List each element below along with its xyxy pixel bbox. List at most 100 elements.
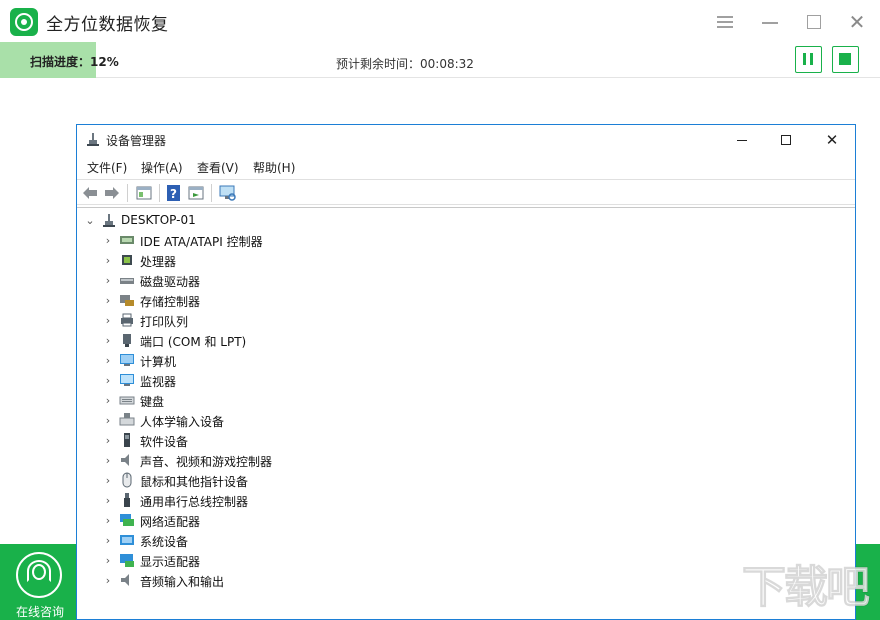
tree-item[interactable]: › 磁盘驱动器 bbox=[77, 270, 837, 290]
tree-item[interactable]: › 监视器 bbox=[77, 370, 837, 390]
chevron-right-icon[interactable]: › bbox=[103, 374, 113, 387]
chevron-right-icon[interactable]: › bbox=[103, 314, 113, 327]
scan-progress-label: 扫描进度：12% bbox=[30, 55, 119, 69]
recovery-logo-icon bbox=[10, 8, 38, 36]
tree-item-label: 人体学输入设备 bbox=[140, 415, 225, 429]
menu-view[interactable]: 查看(V) bbox=[197, 159, 239, 176]
tree-item-label: 存储控制器 bbox=[140, 295, 201, 309]
chevron-right-icon[interactable]: › bbox=[103, 274, 113, 287]
processor-icon bbox=[122, 255, 132, 265]
chevron-right-icon[interactable]: › bbox=[103, 294, 113, 307]
display-adapter-icon bbox=[120, 554, 134, 567]
tree-item[interactable]: › 显示适配器 bbox=[77, 550, 837, 570]
maximize-icon[interactable] bbox=[804, 12, 824, 32]
scan-progress-bar: 扫描进度：12% 预计剩余时间：00:08:32 bbox=[0, 42, 880, 78]
forward-icon[interactable] bbox=[103, 184, 121, 202]
mouse-icon bbox=[122, 472, 132, 488]
tree-item[interactable]: › 鼠标和其他指针设备 bbox=[77, 470, 837, 490]
tree-root[interactable]: ⌄ DESKTOP-01 bbox=[77, 210, 837, 230]
tree-item-label: 计算机 bbox=[140, 355, 177, 369]
chevron-right-icon[interactable]: › bbox=[103, 574, 113, 587]
chevron-right-icon[interactable]: › bbox=[103, 514, 113, 527]
tree-root-label: DESKTOP-01 bbox=[121, 213, 196, 227]
tree-item[interactable]: › 计算机 bbox=[77, 350, 837, 370]
pause-icon bbox=[803, 53, 806, 65]
chevron-right-icon[interactable]: › bbox=[103, 414, 113, 427]
device-manager-icon bbox=[87, 133, 99, 146]
tree-item-label: 磁盘驱动器 bbox=[140, 275, 201, 289]
tree-item-label: IDE ATA/ATAPI 控制器 bbox=[140, 235, 263, 249]
tree-item[interactable]: › 处理器 bbox=[77, 250, 837, 270]
close-icon[interactable]: ✕ bbox=[847, 12, 867, 32]
tree-item[interactable]: › 系统设备 bbox=[77, 530, 837, 550]
tree-item[interactable]: › 网络适配器 bbox=[77, 510, 837, 530]
port-icon bbox=[123, 334, 131, 347]
tree-item-label: 监视器 bbox=[140, 375, 177, 389]
menu-file[interactable]: 文件(F) bbox=[87, 159, 127, 176]
help-icon[interactable]: ? bbox=[165, 184, 183, 202]
chevron-right-icon[interactable]: › bbox=[103, 234, 113, 247]
device-tree: ⌄ DESKTOP-01 › IDE ATA/ATAPI 控制器 › 处理器 › 磁盘驱动… bbox=[77, 207, 855, 619]
audio-io-icon bbox=[121, 574, 129, 586]
tree-item[interactable]: › 人体学输入设备 bbox=[77, 410, 837, 430]
device-manager-title: 设备管理器 bbox=[106, 134, 167, 148]
tree-item[interactable]: › IDE ATA/ATAPI 控制器 bbox=[77, 230, 837, 250]
svg-text:下载吧: 下载吧 bbox=[742, 562, 870, 613]
tree-item-label: 键盘 bbox=[140, 395, 165, 409]
dm-close-icon[interactable]: ✕ bbox=[821, 129, 843, 151]
tree-item-label: 鼠标和其他指针设备 bbox=[140, 475, 249, 489]
watermark-logo: 下载吧 bbox=[742, 562, 873, 614]
properties-icon[interactable] bbox=[135, 184, 153, 202]
tree-item-label: 显示适配器 bbox=[140, 555, 201, 569]
tree-item[interactable]: › 软件设备 bbox=[77, 430, 837, 450]
tree-item-label: 音频输入和输出 bbox=[140, 575, 225, 589]
chevron-right-icon[interactable]: › bbox=[103, 254, 113, 267]
chevron-right-icon[interactable]: › bbox=[103, 334, 113, 347]
device-manager-titlebar: 设备管理器 ✕ bbox=[77, 125, 855, 155]
disk-drive-icon bbox=[120, 278, 134, 284]
storage-controller-icon bbox=[120, 295, 134, 306]
menu-help[interactable]: 帮助(H) bbox=[253, 159, 295, 176]
pause-button[interactable] bbox=[795, 46, 822, 73]
dm-minimize-icon[interactable] bbox=[731, 129, 753, 151]
tree-item-label: 端口 (COM 和 LPT) bbox=[140, 335, 247, 349]
tree-item[interactable]: › 声音、视频和游戏控制器 bbox=[77, 450, 837, 470]
software-device-icon bbox=[124, 433, 130, 447]
menu-action[interactable]: 操作(A) bbox=[141, 159, 183, 176]
sound-icon bbox=[121, 454, 129, 466]
app-window: 全方位数据恢复 ✕ 扫描进度：12% 预计剩余时间：00:08:32 在线咨询 bbox=[0, 0, 880, 620]
minimize-icon[interactable] bbox=[760, 12, 780, 32]
chevron-right-icon[interactable]: › bbox=[103, 354, 113, 367]
stop-button[interactable] bbox=[832, 46, 859, 73]
tree-item-label: 通用串行总线控制器 bbox=[140, 495, 249, 509]
usb-icon bbox=[124, 493, 130, 507]
keyboard-icon bbox=[119, 396, 135, 405]
tree-item[interactable]: › 端口 (COM 和 LPT) bbox=[77, 330, 837, 350]
title-bar: 全方位数据恢复 ✕ bbox=[0, 0, 880, 42]
tree-item[interactable]: › 打印队列 bbox=[77, 310, 837, 330]
tree-item[interactable]: › 键盘 bbox=[77, 390, 837, 410]
tree-item-label: 声音、视频和游戏控制器 bbox=[140, 455, 273, 469]
tree-item[interactable]: › 存储控制器 bbox=[77, 290, 837, 310]
tree-item[interactable]: › 音频输入和输出 bbox=[77, 570, 837, 590]
chevron-right-icon[interactable]: › bbox=[103, 394, 113, 407]
tree-item-label: 网络适配器 bbox=[140, 515, 201, 529]
scan-hardware-icon[interactable] bbox=[219, 184, 237, 202]
svg-text:?: ? bbox=[170, 187, 177, 201]
back-icon[interactable] bbox=[81, 184, 99, 202]
chevron-right-icon[interactable]: › bbox=[103, 434, 113, 447]
device-manager-toolbar: ? bbox=[77, 179, 855, 205]
online-consult-button[interactable]: 在线咨询 bbox=[0, 544, 76, 620]
chevron-right-icon[interactable]: › bbox=[103, 454, 113, 467]
chevron-right-icon[interactable]: › bbox=[103, 474, 113, 487]
chevron-right-icon[interactable]: › bbox=[103, 554, 113, 567]
tree-item-label: 处理器 bbox=[140, 255, 177, 269]
update-driver-icon[interactable] bbox=[187, 184, 205, 202]
hamburger-icon[interactable] bbox=[715, 12, 735, 32]
tree-item[interactable]: › 通用串行总线控制器 bbox=[77, 490, 837, 510]
chevron-down-icon[interactable]: ⌄ bbox=[85, 214, 95, 227]
network-adapter-icon bbox=[120, 514, 134, 526]
chevron-right-icon[interactable]: › bbox=[103, 534, 113, 547]
chevron-right-icon[interactable]: › bbox=[103, 494, 113, 507]
dm-maximize-icon[interactable] bbox=[775, 129, 797, 151]
